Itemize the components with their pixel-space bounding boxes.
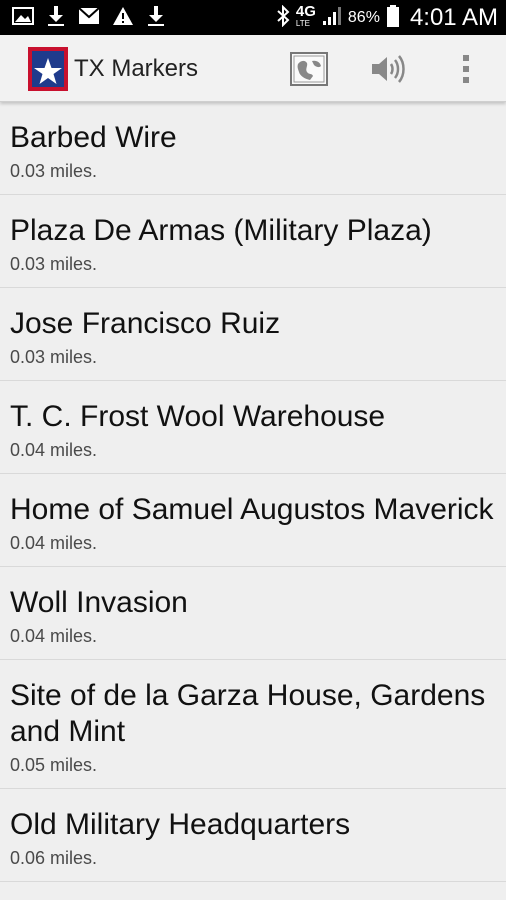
marker-distance: 0.04 miles. bbox=[10, 533, 98, 553]
marker-distance: 0.03 miles. bbox=[10, 254, 98, 274]
marker-title: T. C. Frost Wool Warehouse bbox=[10, 400, 386, 433]
marker-title: Plaza De Armas (Military Plaza) bbox=[10, 214, 432, 247]
list-item[interactable]: Barbed Wire 0.03 miles. bbox=[0, 102, 506, 195]
marker-title: Home of Samuel Augustos Maverick bbox=[10, 493, 494, 526]
mail-icon bbox=[78, 6, 100, 29]
marker-list: Barbed Wire 0.03 miles. Plaza De Armas (Mi… bbox=[0, 102, 506, 882]
marker-distance: 0.03 miles. bbox=[10, 347, 98, 367]
map-icon[interactable] bbox=[290, 52, 328, 86]
marker-distance: 0.03 miles. bbox=[10, 161, 98, 181]
marker-distance: 0.05 miles. bbox=[10, 755, 98, 775]
network-sub-label: LTE bbox=[295, 18, 310, 28]
notification-icons bbox=[12, 5, 166, 31]
action-bar: TX Markers bbox=[0, 35, 506, 102]
status-bar: 4G LTE 86% 4:01 AM bbox=[0, 0, 506, 35]
marker-distance: 0.04 miles. bbox=[10, 626, 98, 646]
battery-percent: 86% bbox=[347, 8, 380, 26]
bluetooth-icon bbox=[276, 4, 290, 31]
list-item[interactable]: Jose Francisco Ruiz 0.03 miles. bbox=[0, 288, 506, 381]
marker-title: Site of de la Garza House, Gardens and M… bbox=[10, 679, 486, 748]
list-item[interactable]: Woll Invasion 0.04 miles. bbox=[0, 567, 506, 660]
list-item[interactable]: Site of de la Garza House, Gardens and M… bbox=[0, 660, 506, 789]
marker-title: Old Military Headquarters bbox=[10, 808, 351, 841]
marker-title: Jose Francisco Ruiz bbox=[10, 307, 281, 340]
overflow-menu-icon[interactable] bbox=[458, 52, 474, 86]
signal-icon bbox=[322, 6, 342, 30]
list-item[interactable]: T. C. Frost Wool Warehouse 0.04 miles. bbox=[0, 381, 506, 474]
marker-distance: 0.04 miles. bbox=[10, 440, 98, 460]
network-label: 4G bbox=[295, 2, 316, 20]
status-time: 4:01 AM bbox=[409, 3, 498, 31]
app-title: TX Markers bbox=[74, 55, 199, 82]
list-item[interactable]: Home of Samuel Augustos Maverick 0.04 mil… bbox=[0, 474, 506, 567]
marker-title: Barbed Wire bbox=[10, 121, 177, 154]
image-icon bbox=[12, 6, 34, 30]
download-icon bbox=[146, 5, 166, 31]
volume-icon[interactable] bbox=[370, 54, 406, 84]
system-icons: 4G LTE 86% 4:01 AM bbox=[276, 0, 498, 35]
battery-icon bbox=[386, 4, 400, 32]
network-indicator: 4G LTE bbox=[295, 2, 316, 30]
list-item[interactable]: Plaza De Armas (Military Plaza) 0.03 mile… bbox=[0, 195, 506, 288]
marker-title: Woll Invasion bbox=[10, 586, 188, 619]
list-item[interactable]: Old Military Headquarters 0.06 miles. bbox=[0, 789, 506, 882]
marker-distance: 0.06 miles. bbox=[10, 848, 98, 868]
warning-icon bbox=[112, 6, 134, 30]
texas-flag-icon[interactable] bbox=[28, 47, 68, 91]
download-icon bbox=[46, 5, 66, 31]
